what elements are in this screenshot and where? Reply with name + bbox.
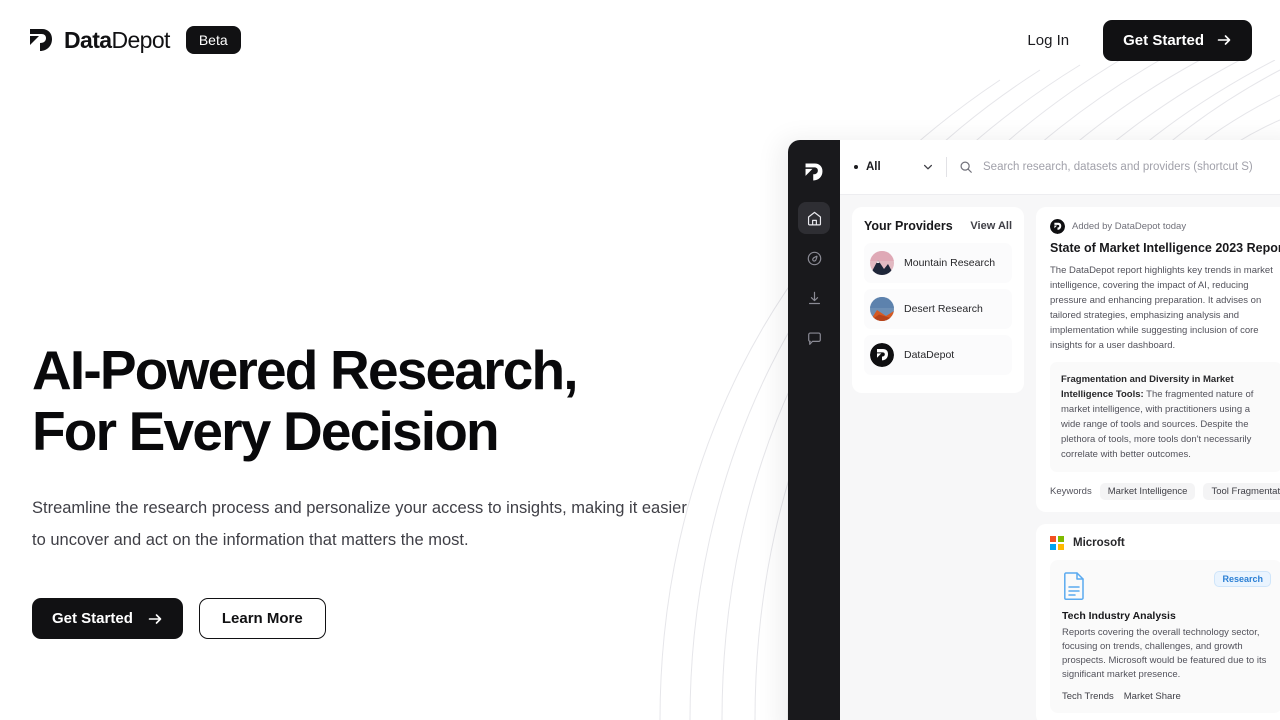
- login-link[interactable]: Log In: [1015, 24, 1081, 57]
- keyword-chip[interactable]: Tool Fragmentation: [1203, 483, 1280, 500]
- feed-card-market-intelligence[interactable]: Added by DataDepot today State of Market…: [1036, 207, 1280, 512]
- keywords-label: Keywords: [1050, 486, 1092, 497]
- download-icon: [808, 291, 820, 304]
- microsoft-logo-icon: [1050, 536, 1064, 550]
- research-item[interactable]: Research Tech Industry Analysis Reports …: [1050, 560, 1280, 713]
- hero-heading: AI-Powered Research, For Every Decision: [32, 340, 732, 462]
- datadepot-avatar: [1050, 219, 1065, 234]
- header-get-started-label: Get Started: [1123, 31, 1204, 49]
- providers-view-all-link[interactable]: View All: [970, 220, 1012, 232]
- home-icon: [807, 211, 821, 225]
- provider-name: Desert Research: [904, 303, 983, 315]
- app-content: Your Providers View All Mountain Researc…: [840, 195, 1280, 720]
- status-badge-research: Research: [1214, 571, 1271, 587]
- topbar-divider: [946, 157, 947, 177]
- providers-panel-header: Your Providers View All: [864, 219, 1012, 233]
- arrow-right-icon: [148, 613, 162, 624]
- scope-filter-label: All: [866, 161, 881, 173]
- chevron-down-icon: [923, 164, 933, 170]
- hero-heading-line-2: For Every Decision: [32, 400, 500, 462]
- app-sidebar-logo-icon[interactable]: [804, 162, 824, 182]
- list-item[interactable]: Desert Research: [864, 289, 1012, 329]
- hero-subtitle: Streamline the research process and pers…: [32, 499, 687, 549]
- document-icon: [1064, 572, 1084, 600]
- datadepot-avatar: [870, 343, 894, 367]
- providers-panel: Your Providers View All Mountain Researc…: [852, 207, 1024, 393]
- hero-cta-group: Get Started Learn More: [32, 598, 732, 639]
- research-item-title: Tech Industry Analysis: [1062, 610, 1176, 622]
- datadepot-logo-mark-icon: [30, 29, 52, 51]
- sidebar-item-explore[interactable]: [798, 242, 830, 274]
- beta-badge: Beta: [185, 25, 241, 55]
- sidebar-item-chat[interactable]: [798, 322, 830, 354]
- hero-heading-line-1: AI-Powered Research,: [32, 339, 579, 401]
- mountain-avatar: [870, 251, 894, 275]
- providers-panel-title: Your Providers: [864, 219, 953, 233]
- tag[interactable]: Market Share: [1124, 691, 1181, 702]
- hero-learn-more-label: Learn More: [221, 610, 303, 627]
- org-header: Microsoft: [1050, 536, 1280, 550]
- search-input[interactable]: Search research, datasets and providers …: [959, 160, 1280, 174]
- header-get-started-button[interactable]: Get Started: [1103, 19, 1252, 61]
- providers-column: Your Providers View All Mountain Researc…: [852, 207, 1024, 720]
- card-description: The DataDepot report highlights key tren…: [1050, 265, 1273, 351]
- chat-bubble-icon: [807, 331, 821, 345]
- hero-learn-more-button[interactable]: Learn More: [198, 598, 326, 639]
- card-excerpt: Fragmentation and Diversity in Market In…: [1050, 362, 1280, 472]
- research-item-tags: Tech Trends Market Share: [1062, 691, 1270, 702]
- keyword-chip[interactable]: Market Intelligence: [1099, 483, 1196, 500]
- list-item[interactable]: DataDepot: [864, 335, 1012, 375]
- feed-card-microsoft[interactable]: Microsoft Research Tech Industry Analysi…: [1036, 524, 1280, 720]
- org-name: Microsoft: [1073, 537, 1125, 549]
- brand-regular: Depot: [111, 26, 170, 53]
- list-item[interactable]: Mountain Research: [864, 243, 1012, 283]
- app-sidebar: [788, 140, 840, 720]
- hero-get-started-button[interactable]: Get Started: [32, 598, 183, 639]
- brand-bold: Data: [64, 26, 112, 53]
- card-title-row: State of Market Intelligence 2023 Report…: [1050, 241, 1280, 257]
- search-placeholder: Search research, datasets and providers …: [983, 161, 1253, 173]
- app-topbar: All Search research, datasets and provid…: [840, 140, 1280, 195]
- provider-name: Mountain Research: [904, 257, 996, 269]
- card-meta-text: Added by DataDepot today: [1072, 221, 1187, 232]
- compass-icon: [807, 251, 821, 265]
- header-actions: Log In Get Started: [1015, 19, 1252, 61]
- provider-name: DataDepot: [904, 349, 955, 361]
- app-preview: All Search research, datasets and provid…: [788, 140, 1280, 720]
- sidebar-item-downloads[interactable]: [798, 282, 830, 314]
- mountain-avatar-art: [870, 251, 894, 275]
- datadepot-avatar-art: [870, 343, 894, 367]
- search-icon: [960, 161, 972, 173]
- desert-avatar-art: [870, 297, 894, 321]
- datadepot-avatar-art: [1050, 219, 1065, 234]
- site-header: DataDepot Beta Log In Get Started: [0, 0, 1280, 80]
- brand-logo[interactable]: DataDepot Beta: [28, 25, 241, 55]
- app-main: All Search research, datasets and provid…: [840, 140, 1280, 720]
- tag[interactable]: Tech Trends: [1062, 691, 1114, 702]
- hero-section: AI-Powered Research, For Every Decision …: [32, 340, 732, 639]
- sidebar-item-home[interactable]: [798, 202, 830, 234]
- card-title: State of Market Intelligence 2023 Report: [1050, 241, 1280, 255]
- filter-dot-icon: [854, 165, 858, 169]
- desert-avatar: [870, 297, 894, 321]
- hero-get-started-label: Get Started: [52, 610, 133, 627]
- card-keywords: Keywords Market Intelligence Tool Fragme…: [1050, 483, 1280, 500]
- arrow-right-icon: [1217, 35, 1231, 45]
- brand-wordmark: DataDepot: [64, 27, 170, 54]
- research-item-description: Reports covering the overall technology …: [1062, 627, 1267, 680]
- scope-filter-dropdown[interactable]: All: [854, 161, 934, 173]
- feed-column: Added by DataDepot today State of Market…: [1036, 207, 1280, 720]
- card-meta: Added by DataDepot today: [1050, 219, 1280, 234]
- landing-page: DataDepot Beta Log In Get Started AI-Pow…: [0, 0, 1280, 720]
